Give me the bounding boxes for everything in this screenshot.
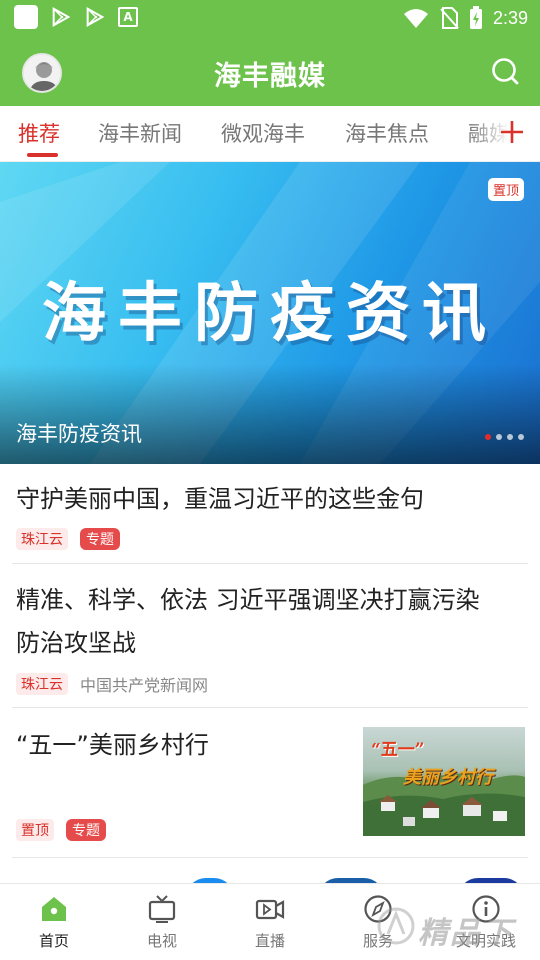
clock: 2:39 <box>492 7 528 28</box>
home-icon <box>42 897 66 921</box>
source-tag: 珠江云 <box>16 673 68 695</box>
publisher-label: 中国共产党新闻网 <box>80 676 209 695</box>
font-a-icon: A <box>118 7 138 27</box>
banner-headline: 海丰防疫资讯 <box>42 277 498 351</box>
news-item[interactable]: 守护美丽中国，重温习近平的这些金句 珠江云 专题 <box>0 464 540 564</box>
wifi-icon <box>403 9 428 28</box>
app-header: 海丰融媒 <box>0 36 540 106</box>
watermark-logo: 精品下载 <box>377 902 536 958</box>
news-item[interactable]: 精准、科学、依法 习近平强调坚决打赢污染 防治攻坚战 珠江云 中国共产党新闻网 <box>0 564 540 708</box>
tab-haifeng-news[interactable]: 海丰新闻 <box>98 118 182 148</box>
page-title: 海丰融媒 <box>214 61 326 92</box>
watermark-icon <box>377 907 415 945</box>
carousel-dot <box>485 434 491 440</box>
app-square-icon <box>14 5 38 29</box>
next-content-peek <box>0 858 540 884</box>
battery-charging-icon <box>469 6 482 29</box>
nav-home[interactable]: 首页 <box>14 894 94 951</box>
news-title: 守护美丽中国，重温习近平的这些金句 <box>16 485 424 513</box>
add-channel-icon[interactable] <box>500 120 524 144</box>
carousel-dot <box>507 434 513 440</box>
news-thumbnail[interactable]: “五一” 美丽乡村行 <box>363 727 525 836</box>
news-title-line1: 精准、科学、依法 习近平强调坚决打赢污染 <box>16 586 480 614</box>
active-tab-indicator <box>27 153 58 157</box>
nav-live[interactable]: 直播 <box>230 894 310 951</box>
nav-label: 首页 <box>38 932 69 950</box>
tab-recommend[interactable]: 推荐 <box>18 118 60 148</box>
nav-tv[interactable]: 电视 <box>122 894 202 951</box>
pinned-badge: 置顶 <box>487 178 524 201</box>
carousel-dot <box>496 434 502 440</box>
tab-micro-haifeng[interactable]: 微观海丰 <box>221 118 305 148</box>
pinned-tag: 置顶 <box>16 819 54 841</box>
category-tabs: 推荐 海丰新闻 微观海丰 海丰焦点 融媒 <box>0 106 540 162</box>
search-icon[interactable] <box>490 56 520 86</box>
news-title: “五一”美丽乡村行 <box>16 731 209 759</box>
carousel-dot <box>518 434 524 440</box>
watermark-text: 精品下载 <box>418 916 514 951</box>
banner-caption: 海丰防疫资讯 <box>16 422 142 446</box>
thumb-headline-2: 美丽乡村行 <box>403 767 493 788</box>
live-video-icon <box>255 899 285 920</box>
news-title-line2: 防治攻坚战 <box>16 629 136 657</box>
topic-tag: 专题 <box>80 528 120 550</box>
tv-icon <box>148 895 176 923</box>
carousel-indicator <box>485 434 524 440</box>
play-store-icon <box>86 7 105 27</box>
tab-haifeng-focus[interactable]: 海丰焦点 <box>345 118 429 148</box>
no-sim-icon <box>440 7 459 29</box>
nav-label: 电视 <box>146 932 177 950</box>
status-bar: A 2:39 <box>0 0 540 36</box>
source-tag: 珠江云 <box>16 528 68 550</box>
banner-carousel[interactable]: 海丰防疫资讯 置顶 海丰防疫资讯 <box>0 162 540 464</box>
thumb-headline-1: “五一” <box>371 740 425 760</box>
banner-shade <box>0 364 540 464</box>
topic-tag: 专题 <box>66 819 106 841</box>
nav-label: 直播 <box>254 932 285 950</box>
play-store-icon <box>52 7 71 27</box>
